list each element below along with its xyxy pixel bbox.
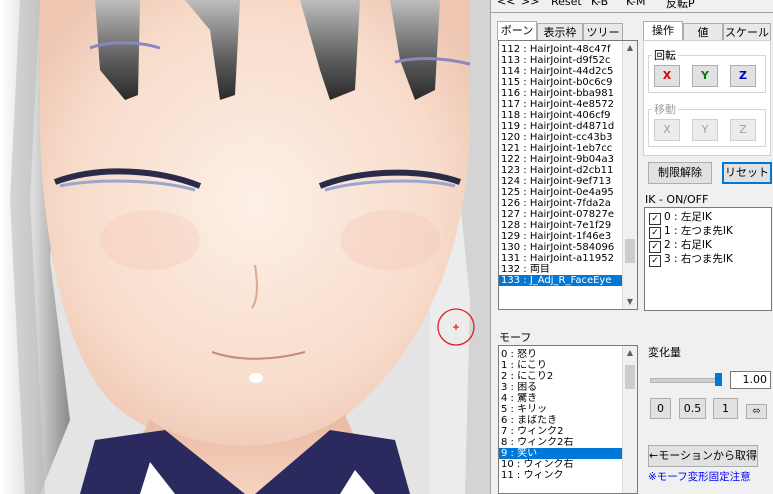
frame-toolbar: << >> Reset K-B K-M 反転P [491, 0, 773, 12]
model-viewport[interactable] [0, 0, 490, 494]
swap-icon[interactable]: ⬄ [746, 404, 767, 419]
move-x-button[interactable]: X [654, 119, 680, 141]
morph-list-item[interactable]: 3 : 困る [499, 382, 623, 393]
bone-list-item[interactable]: 114 : HairJoint-44d2c5 [499, 66, 623, 77]
change-amount-input[interactable]: 1.00 [730, 371, 771, 389]
checkbox-check-icon[interactable]: ✓ [649, 213, 661, 225]
bone-list-item[interactable]: 122 : HairJoint-9b04a3 [499, 154, 623, 165]
ik-item-left-toe[interactable]: ✓ 1 : 左つま先IK [649, 225, 733, 239]
km-button[interactable]: K-M [626, 0, 646, 8]
bone-list-item[interactable]: 115 : HairJoint-b0c6c9 [499, 77, 623, 88]
change-amount-label: 変化量 [648, 346, 681, 359]
get-from-motion-button[interactable]: ←モーションから取得 [648, 445, 758, 467]
bone-target-gizmo[interactable] [436, 307, 476, 347]
bone-list-item[interactable]: 117 : HairJoint-4e8572 [499, 99, 623, 110]
scroll-down-icon[interactable]: ▼ [623, 295, 637, 309]
morph-list[interactable]: 0 : 怒り 1 : にこり 2 : にこり2 3 : 困る 4 : 驚き 5 : キリッ… [498, 345, 638, 494]
kb-button[interactable]: K-B [591, 0, 608, 8]
ik-item-label: 0 : 左足IK [664, 211, 712, 223]
next-frame-button[interactable]: >> [521, 0, 539, 8]
checkbox-check-icon[interactable]: ✓ [649, 255, 661, 267]
rotate-y-button[interactable]: Y [692, 65, 718, 87]
bone-list-item[interactable]: 126 : HairJoint-7fda2a [499, 198, 623, 209]
ik-item-left-foot[interactable]: ✓ 0 : 左足IK [649, 211, 712, 225]
rotation-label: 回転 [652, 47, 678, 63]
bone-list-item[interactable]: 120 : HairJoint-cc43b3 [499, 132, 623, 143]
ik-item-label: 3 : 右つま先IK [664, 253, 733, 265]
bone-list-item[interactable]: 125 : HairJoint-0e4a95 [499, 187, 623, 198]
prev-frame-button[interactable]: << [497, 0, 515, 8]
preset-0-button[interactable]: 0 [650, 398, 671, 419]
move-z-button[interactable]: Z [730, 119, 756, 141]
morph-list-item[interactable]: 4 : 驚き [499, 393, 623, 404]
mirror-paste-button[interactable]: 反転P [666, 0, 695, 11]
checkbox-check-icon[interactable]: ✓ [649, 241, 661, 253]
bone-list-item[interactable]: 119 : HairJoint-d4871d [499, 121, 623, 132]
morph-fix-note: ※モーフ変形固定注意 [648, 471, 751, 483]
tab-value[interactable]: 値 [683, 23, 723, 40]
toolbar-divider [491, 12, 773, 13]
bone-list-item[interactable]: 129 : HairJoint-1f46e3 [499, 231, 623, 242]
ik-item-right-foot[interactable]: ✓ 2 : 右足IK [649, 239, 712, 253]
morph-list-item[interactable]: 0 : 怒り [499, 349, 623, 360]
checkbox-check-icon[interactable]: ✓ [649, 227, 661, 239]
morph-list-item[interactable]: 1 : にこり [499, 360, 623, 371]
morph-list-item[interactable]: 5 : キリッ [499, 404, 623, 415]
bone-list-item[interactable]: 112 : HairJoint-48c47f [499, 44, 623, 55]
bone-list-item[interactable]: 127 : HairJoint-07827e [499, 209, 623, 220]
limit-release-button[interactable]: 制限解除 [648, 162, 712, 184]
ik-header: IK - ON/OFF [645, 193, 709, 206]
bone-list-scroll-thumb[interactable] [625, 238, 635, 263]
ik-item-label: 2 : 右足IK [664, 239, 712, 251]
control-panel: << >> Reset K-B K-M 反転P ボーン 表示枠 ツリー 112 … [490, 0, 773, 494]
morph-list-item[interactable]: 9 : 笑い [499, 448, 623, 459]
bone-list-item[interactable]: 124 : HairJoint-9ef713 [499, 176, 623, 187]
move-label: 移動 [652, 101, 678, 117]
preset-05-button[interactable]: 0.5 [679, 398, 706, 419]
tab-display-frame[interactable]: 表示枠 [537, 23, 583, 40]
reset-frame-button[interactable]: Reset [551, 0, 582, 8]
tab-bone[interactable]: ボーン [497, 21, 537, 40]
bone-list-item[interactable]: 130 : HairJoint-584096 [499, 242, 623, 253]
bone-list-item[interactable]: 132 : 両目 [499, 264, 623, 275]
bone-list[interactable]: 112 : HairJoint-48c47f 113 : HairJoint-d9… [498, 40, 638, 310]
morph-list-scroll-thumb[interactable] [625, 365, 635, 390]
bone-list-item[interactable]: 113 : HairJoint-d9f52c [499, 55, 623, 66]
bone-list-rows: 112 : HairJoint-48c47f 113 : HairJoint-d9… [499, 44, 623, 286]
tab-operate[interactable]: 操作 [643, 21, 683, 40]
move-y-button[interactable]: Y [692, 119, 718, 141]
rotate-x-button[interactable]: X [654, 65, 680, 87]
morph-list-scrollbar[interactable]: ▲ [622, 346, 637, 493]
morph-list-item[interactable]: 6 : まばたき [499, 415, 623, 426]
change-amount-slider-thumb[interactable] [715, 373, 722, 386]
scroll-up-icon[interactable]: ▲ [623, 41, 637, 55]
character-face-render [0, 0, 490, 494]
morph-header: モーフ [499, 331, 532, 344]
morph-list-item[interactable]: 2 : にこり2 [499, 371, 623, 382]
ik-item-right-toe[interactable]: ✓ 3 : 右つま先IK [649, 253, 733, 267]
morph-list-item[interactable]: 10 : ウィンク右 [499, 459, 623, 470]
morph-list-item[interactable]: 7 : ウィンク2 [499, 426, 623, 437]
bone-list-item[interactable]: 133 : J_Adj_R_FaceEye [499, 275, 623, 286]
bone-list-item[interactable]: 116 : HairJoint-bba981 [499, 88, 623, 99]
bone-list-item[interactable]: 123 : HairJoint-d2cb11 [499, 165, 623, 176]
ik-list: ✓ 0 : 左足IK ✓ 1 : 左つま先IK ✓ 2 : 右足IK ✓ 3 : 右つま… [644, 207, 772, 311]
tab-tree[interactable]: ツリー [583, 23, 623, 40]
reset-button[interactable]: リセット [722, 162, 772, 184]
bone-list-item[interactable]: 121 : HairJoint-1eb7cc [499, 143, 623, 154]
bone-list-item[interactable]: 118 : HairJoint-406cf9 [499, 110, 623, 121]
bone-list-scrollbar[interactable]: ▲ ▼ [622, 41, 637, 309]
operate-page: 回転 X Y Z 移動 X Y Z [643, 40, 771, 156]
preset-1-button[interactable]: 1 [713, 398, 738, 419]
rotate-z-button[interactable]: Z [730, 65, 756, 87]
bone-list-item[interactable]: 128 : HairJoint-7e1f29 [499, 220, 623, 231]
ik-item-label: 1 : 左つま先IK [664, 225, 733, 237]
morph-list-item[interactable]: 8 : ウィンク2右 [499, 437, 623, 448]
bone-list-item[interactable]: 131 : HairJoint-a11952 [499, 253, 623, 264]
tab-scale[interactable]: スケール [723, 23, 771, 40]
scroll-up-icon[interactable]: ▲ [623, 346, 637, 360]
change-amount-slider-track[interactable] [650, 378, 722, 383]
morph-list-rows: 0 : 怒り 1 : にこり 2 : にこり2 3 : 困る 4 : 驚き 5 : キリッ… [499, 349, 623, 481]
morph-list-item[interactable]: 11 : ウィンク [499, 470, 623, 481]
